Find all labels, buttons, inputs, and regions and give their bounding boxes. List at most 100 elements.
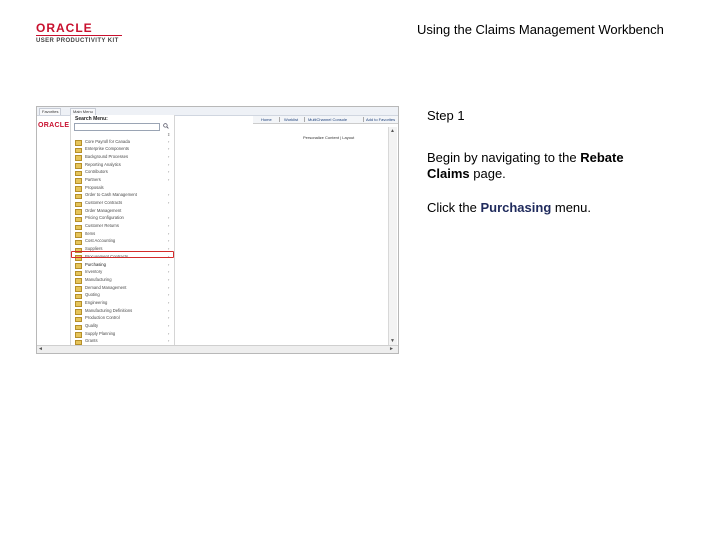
chevron-right-icon: › bbox=[168, 330, 170, 336]
chevron-right-icon: › bbox=[168, 153, 170, 159]
scroll-up-icon[interactable]: ▲ bbox=[390, 128, 395, 134]
folder-icon bbox=[75, 316, 82, 323]
chevron-right-icon: › bbox=[168, 223, 170, 229]
menu-item[interactable]: Core Payroll for Canada › bbox=[71, 138, 174, 146]
menu-item-label: Cost Accounting bbox=[85, 238, 116, 244]
menu-item[interactable]: Proposals bbox=[71, 184, 174, 192]
menu-item[interactable]: Enterprise Components › bbox=[71, 146, 174, 154]
menu-item[interactable]: Reporting Analytics › bbox=[71, 161, 174, 169]
chevron-right-icon: › bbox=[168, 215, 170, 221]
menu-item-label: Reporting Analytics bbox=[85, 161, 121, 167]
menu-item-label: Partners bbox=[85, 176, 101, 182]
folder-icon bbox=[75, 263, 82, 269]
oracle-upk-logo: ORACLE USER PRODUCTIVITY KIT bbox=[36, 22, 126, 45]
menu-item[interactable]: Engineering › bbox=[71, 299, 174, 307]
menu-item[interactable]: Customer Returns › bbox=[71, 223, 174, 231]
folder-icon bbox=[75, 155, 82, 161]
tab-main-menu[interactable]: Main Menu bbox=[70, 108, 96, 115]
folder-icon bbox=[75, 186, 82, 192]
menu-item-label: Production Control bbox=[85, 315, 120, 321]
chevron-right-icon: › bbox=[168, 161, 170, 167]
application-screenshot: Favorites Main Menu ORACLE Home Worklist… bbox=[36, 106, 399, 354]
collapse-arrow-icon[interactable]: ⇕ bbox=[167, 132, 170, 137]
folder-icon bbox=[75, 332, 82, 338]
folder-icon bbox=[75, 224, 82, 231]
menu-item[interactable]: Supply Planning › bbox=[71, 330, 174, 338]
folder-icon bbox=[75, 178, 82, 184]
menu-item[interactable]: Order Management bbox=[71, 207, 174, 215]
menu-item[interactable]: Manufacturing Definitions › bbox=[71, 307, 174, 315]
portal-top-nav: Home Worklist MultiChannel Console Add t… bbox=[253, 116, 398, 124]
purchasing-term: Purchasing bbox=[480, 200, 552, 215]
folder-icon bbox=[75, 278, 82, 284]
menu-item-label: Customer Contracts bbox=[85, 200, 123, 205]
folder-icon bbox=[75, 309, 82, 315]
menu-item[interactable]: Purchasing › bbox=[71, 261, 174, 269]
menu-item[interactable]: Background Processes › bbox=[71, 153, 174, 161]
step-instr-suffix: menu. bbox=[551, 200, 592, 215]
menu-item[interactable]: Items › bbox=[71, 230, 174, 238]
folder-icon bbox=[75, 193, 82, 200]
chevron-right-icon: › bbox=[168, 169, 170, 175]
tab-favorites[interactable]: Favorites bbox=[39, 108, 62, 115]
nav-worklist-link[interactable]: Worklist bbox=[284, 117, 298, 122]
search-menu-input[interactable] bbox=[74, 123, 160, 131]
menu-item[interactable]: Production Control › bbox=[71, 315, 174, 323]
menu-item[interactable]: Contributors › bbox=[71, 169, 174, 177]
menu-item-label: Core Payroll for Canada bbox=[85, 138, 130, 144]
menu-item[interactable]: Demand Management › bbox=[71, 284, 174, 292]
menu-item-label: Purchasing bbox=[85, 261, 106, 267]
menu-item-label: Proposals bbox=[85, 184, 104, 190]
horizontal-scrollbar[interactable]: ◄ ► bbox=[37, 345, 398, 353]
menu-item[interactable]: Cost Accounting › bbox=[71, 238, 174, 246]
personalize-link[interactable]: Personalize Content | Layout bbox=[303, 135, 354, 140]
menu-item[interactable]: Quoting › bbox=[71, 292, 174, 300]
chevron-right-icon: › bbox=[168, 176, 170, 182]
menu-item-label: Items bbox=[85, 230, 96, 236]
menu-item-label: Manufacturing bbox=[85, 276, 112, 282]
nav-add-favorites-link[interactable]: Add to Favorites bbox=[366, 117, 395, 122]
vertical-scrollbar[interactable]: ▲ ▼ bbox=[388, 127, 397, 345]
folder-icon bbox=[75, 201, 82, 207]
chevron-right-icon: › bbox=[168, 269, 170, 275]
step-desc-suffix: page. bbox=[469, 166, 506, 181]
chevron-right-icon: › bbox=[168, 315, 170, 321]
menu-item-label: Grants bbox=[85, 338, 98, 344]
menu-item-label: Pricing Configuration bbox=[85, 215, 124, 221]
chevron-right-icon: › bbox=[168, 238, 170, 244]
chevron-right-icon: › bbox=[168, 307, 170, 313]
chevron-right-icon: › bbox=[168, 338, 170, 344]
menu-item[interactable]: Manufacturing › bbox=[71, 276, 174, 284]
logo-divider bbox=[36, 35, 122, 36]
menu-item[interactable]: Customer Contracts › bbox=[71, 200, 174, 208]
folder-icon bbox=[75, 140, 82, 146]
menu-item-label: Customer Returns bbox=[85, 223, 119, 229]
chevron-right-icon: › bbox=[168, 192, 170, 198]
nav-multichannel-link[interactable]: MultiChannel Console bbox=[308, 117, 347, 122]
nav-home-link[interactable]: Home bbox=[261, 117, 272, 122]
menu-item[interactable]: Project Costing› bbox=[71, 353, 174, 354]
menu-item[interactable]: Order to Cash Management › bbox=[71, 192, 174, 200]
scroll-right-icon[interactable]: ► bbox=[389, 346, 394, 352]
folder-icon bbox=[75, 239, 82, 246]
search-menu-label: Search Menu: bbox=[75, 116, 108, 122]
step-description: Begin by navigating to the Rebate Claims… bbox=[427, 150, 667, 182]
logo-upk-text: USER PRODUCTIVITY KIT bbox=[36, 38, 119, 44]
document-title: Using the Claims Management Workbench bbox=[417, 22, 664, 37]
menu-item-label: Order to Cash Management bbox=[85, 192, 137, 198]
menu-item[interactable]: Pricing Configuration › bbox=[71, 215, 174, 223]
scroll-left-icon[interactable]: ◄ bbox=[38, 346, 43, 352]
folder-icon bbox=[75, 293, 82, 300]
scroll-down-icon[interactable]: ▼ bbox=[390, 338, 395, 344]
chevron-right-icon: › bbox=[168, 230, 170, 236]
menu-item[interactable]: Quality › bbox=[71, 323, 174, 331]
logo-oracle-text: ORACLE bbox=[36, 21, 93, 35]
step-instr-prefix: Click the bbox=[427, 200, 481, 215]
folder-icon bbox=[75, 301, 82, 307]
menu-item[interactable]: Partners › bbox=[71, 176, 174, 184]
menu-item-label: Supply Planning bbox=[85, 330, 116, 336]
menu-item-label: Contributors bbox=[85, 169, 108, 175]
nav-separator bbox=[279, 117, 280, 122]
search-icon[interactable] bbox=[163, 123, 169, 129]
menu-item[interactable]: Inventory › bbox=[71, 269, 174, 277]
